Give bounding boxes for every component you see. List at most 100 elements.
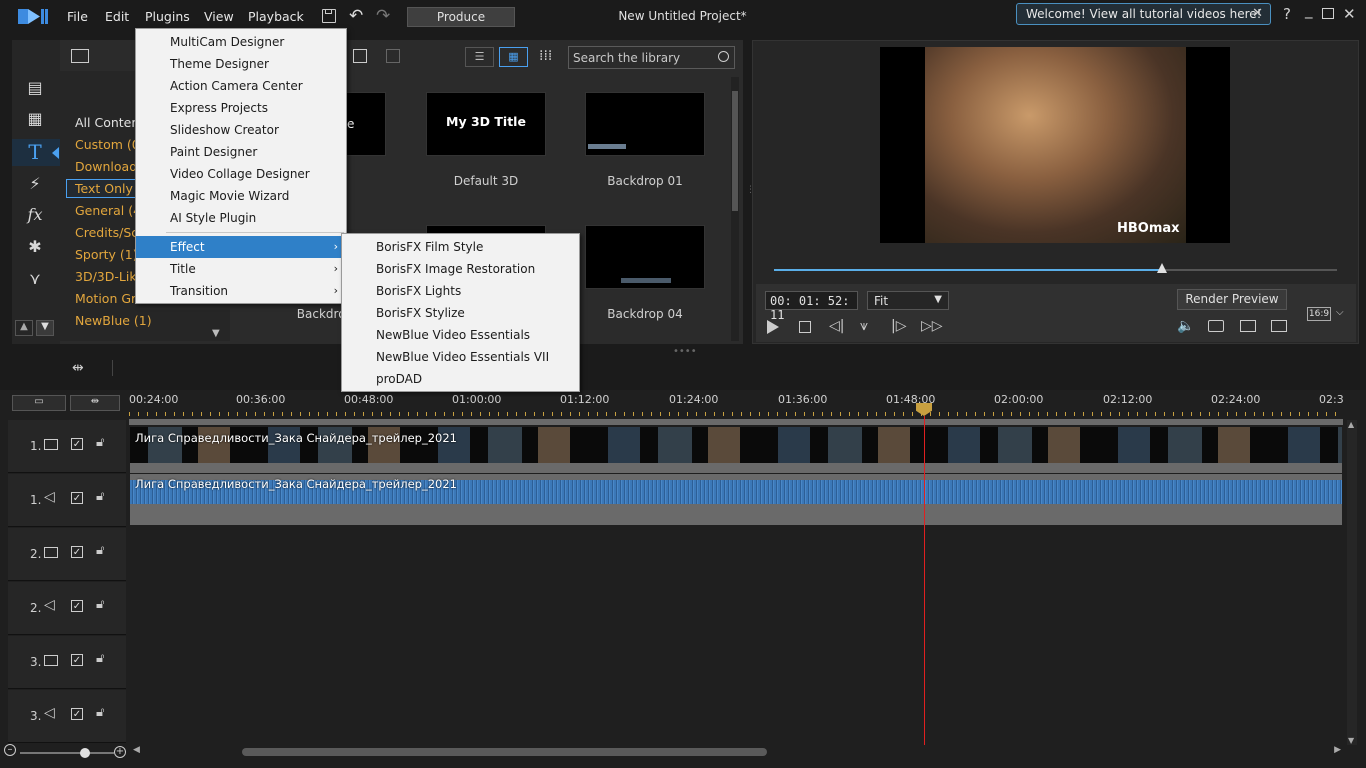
snapshot-icon[interactable] bbox=[1208, 320, 1224, 332]
welcome-tooltip[interactable]: Welcome! View all tutorial videos here! ✕ bbox=[1016, 3, 1271, 25]
track-header-audio-1[interactable]: 1. ◁ ✓ 🔓︎ bbox=[8, 474, 126, 527]
category-item[interactable]: Sporty (1) bbox=[75, 247, 138, 262]
title-room-icon[interactable]: T bbox=[24, 141, 46, 163]
fx-room-icon[interactable]: fx bbox=[24, 204, 46, 226]
lock-icon[interactable]: 🔓︎ bbox=[96, 543, 104, 558]
scroll-up-icon[interactable]: ▲ bbox=[1348, 420, 1354, 429]
external-display-icon[interactable] bbox=[1271, 320, 1287, 332]
lock-icon[interactable]: 🔓︎ bbox=[96, 597, 104, 612]
subtitle-icon[interactable] bbox=[1240, 320, 1256, 332]
track-enable-checkbox[interactable]: ✓ bbox=[71, 654, 83, 666]
category-item[interactable]: 3D/3D-Like bbox=[75, 269, 144, 284]
split-icon[interactable]: ⩛ bbox=[860, 318, 868, 334]
menu-item-slideshow[interactable]: Slideshow Creator bbox=[136, 119, 346, 141]
timeline-hscroll[interactable]: ◀ ▶ bbox=[130, 745, 1344, 759]
menu-item-transition[interactable]: Transition › bbox=[136, 280, 346, 302]
chevron-down-icon[interactable]: ⌵ bbox=[1336, 307, 1344, 318]
fit-timeline-icon[interactable]: ⇹ bbox=[72, 360, 84, 376]
preview-scrubber[interactable] bbox=[774, 263, 1337, 273]
category-item-selected[interactable]: Text Only ( bbox=[75, 181, 142, 196]
menu-item-action-camera[interactable]: Action Camera Center bbox=[136, 75, 346, 97]
menu-item-newblue-essentials-vii[interactable]: NewBlue Video Essentials VII bbox=[342, 346, 579, 368]
track-enable-checkbox[interactable]: ✓ bbox=[71, 708, 83, 720]
category-scroll-down-icon[interactable]: ▼ bbox=[212, 328, 220, 339]
menu-item-borisfx-film[interactable]: BorisFX Film Style bbox=[342, 236, 579, 258]
menu-item-borisfx-lights[interactable]: BorisFX Lights bbox=[342, 280, 579, 302]
undo-icon[interactable]: ↶ bbox=[349, 6, 363, 26]
stop-button[interactable] bbox=[799, 321, 811, 333]
scroll-down-icon[interactable]: ▼ bbox=[1348, 736, 1354, 745]
category-item[interactable]: Motion Gra bbox=[75, 291, 144, 306]
menu-item-prodad[interactable]: proDAD bbox=[342, 368, 579, 390]
track-enable-checkbox[interactable]: ✓ bbox=[71, 492, 83, 504]
menu-file[interactable]: File bbox=[67, 9, 88, 24]
lock-icon[interactable]: 🔓︎ bbox=[96, 651, 104, 666]
splitter-handle[interactable]: •••• bbox=[673, 346, 697, 357]
library-scrollbar[interactable] bbox=[731, 77, 739, 341]
track-enable-checkbox[interactable]: ✓ bbox=[71, 438, 83, 450]
thumbnail-backdrop-04[interactable] bbox=[585, 225, 705, 289]
thumbnail-backdrop-01[interactable] bbox=[585, 92, 705, 156]
menu-item-multicam[interactable]: MultiCam Designer bbox=[136, 31, 346, 53]
scrubber-handle[interactable] bbox=[1157, 263, 1168, 273]
menu-item-ai-style[interactable]: AI Style Plugin bbox=[136, 207, 346, 229]
window-close-icon[interactable]: ✕ bbox=[1343, 5, 1356, 23]
timeline-zoom-fit-button[interactable]: ⇹ bbox=[70, 395, 120, 411]
effect-room-icon[interactable]: ▦ bbox=[24, 108, 46, 130]
render-preview-button[interactable]: Render Preview bbox=[1177, 289, 1287, 310]
search-input[interactable]: Search the library bbox=[573, 51, 680, 65]
redo-icon[interactable]: ↷ bbox=[376, 6, 390, 26]
menu-playback[interactable]: Playback bbox=[248, 9, 304, 24]
minimize-icon[interactable]: _ bbox=[1305, 1, 1313, 19]
lock-icon[interactable]: 🔓︎ bbox=[96, 435, 104, 450]
track-enable-checkbox[interactable]: ✓ bbox=[71, 546, 83, 558]
scroll-left-icon[interactable]: ◀ bbox=[133, 745, 140, 755]
video-clip[interactable]: Лига Справедливости_Зака Снайдера_трейле… bbox=[130, 427, 1342, 463]
pip-room-icon[interactable]: ✱ bbox=[24, 236, 46, 258]
track-header-video-3[interactable]: 3. ✓ 🔓︎ bbox=[8, 636, 126, 689]
menu-item-newblue-essentials[interactable]: NewBlue Video Essentials bbox=[342, 324, 579, 346]
menu-item-borisfx-restoration[interactable]: BorisFX Image Restoration bbox=[342, 258, 579, 280]
category-item[interactable]: NewBlue (1) bbox=[75, 313, 152, 328]
zoom-in-icon[interactable]: + bbox=[114, 746, 126, 758]
category-item[interactable]: All Content bbox=[75, 115, 144, 130]
audio-clip[interactable]: Лига Справедливости_Зака Снайдера_трейле… bbox=[130, 474, 1342, 510]
previous-frame-icon[interactable]: ◁| bbox=[829, 318, 844, 334]
track-enable-checkbox[interactable]: ✓ bbox=[71, 600, 83, 612]
import-icon[interactable] bbox=[71, 49, 89, 63]
zoom-slider-handle[interactable] bbox=[80, 748, 90, 758]
track-header-video-2[interactable]: 2. ✓ 🔓︎ bbox=[8, 528, 126, 581]
lock-icon[interactable]: 🔓︎ bbox=[96, 489, 104, 504]
search-icon[interactable] bbox=[718, 51, 729, 62]
produce-button[interactable]: Produce bbox=[407, 7, 515, 27]
scroll-thumb[interactable] bbox=[242, 748, 767, 756]
transition-room-icon[interactable]: ⚡ bbox=[24, 173, 46, 195]
restore-icon[interactable] bbox=[1322, 8, 1334, 19]
grid-view-button[interactable]: ▦ bbox=[499, 47, 528, 67]
fast-forward-icon[interactable]: ▷▷ bbox=[921, 318, 943, 334]
menu-item-title[interactable]: Title › bbox=[136, 258, 346, 280]
app-logo-icon[interactable] bbox=[18, 8, 48, 25]
scroll-thumb[interactable] bbox=[732, 91, 738, 211]
scroll-up-button[interactable]: ▲ bbox=[15, 320, 33, 336]
media-room-icon[interactable]: ▤ bbox=[24, 77, 46, 99]
zoom-slider[interactable] bbox=[20, 752, 114, 754]
menu-item-borisfx-stylize[interactable]: BorisFX Stylize bbox=[342, 302, 579, 324]
menu-item-express-projects[interactable]: Express Projects bbox=[136, 97, 346, 119]
scroll-down-button[interactable]: ▼ bbox=[36, 320, 54, 336]
help-icon[interactable]: ? bbox=[1283, 5, 1291, 23]
track-manager-button[interactable]: ▭ bbox=[12, 395, 66, 411]
close-icon[interactable]: ✕ bbox=[1252, 6, 1263, 21]
search-box[interactable]: Search the library bbox=[568, 46, 735, 69]
time-ruler[interactable]: 00:24:00 00:36:00 00:48:00 01:00:00 01:1… bbox=[129, 390, 1343, 418]
menu-plugins[interactable]: Plugins bbox=[145, 9, 190, 24]
list-view-button[interactable]: ☰ bbox=[465, 47, 494, 67]
track-header-audio-2[interactable]: 2. ◁ ✓ 🔓︎ bbox=[8, 582, 126, 635]
menu-item-theme-designer[interactable]: Theme Designer bbox=[136, 53, 346, 75]
menu-item-magic-movie[interactable]: Magic Movie Wizard bbox=[136, 185, 346, 207]
timeline-vscroll[interactable]: ▲ ▼ bbox=[1347, 420, 1357, 745]
scroll-right-icon[interactable]: ▶ bbox=[1334, 745, 1341, 755]
edit-template-icon[interactable] bbox=[386, 49, 400, 63]
timecode-display[interactable]: 00: 01: 52: 11 bbox=[765, 291, 858, 322]
zoom-out-icon[interactable]: – bbox=[4, 744, 16, 756]
